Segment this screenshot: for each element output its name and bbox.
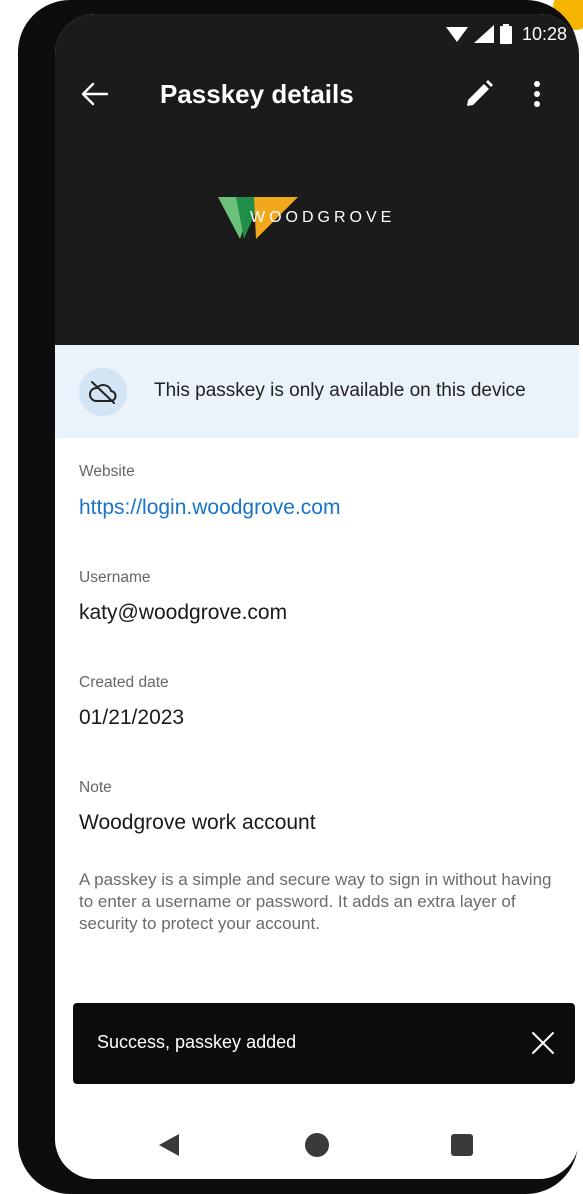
more-vertical-icon <box>534 81 540 107</box>
more-options-button[interactable] <box>523 76 551 112</box>
website-label: Website <box>79 463 135 480</box>
logo-text: WOODGROVE <box>250 209 396 226</box>
app-bar: Passkey details <box>55 74 579 114</box>
cloud-off-icon <box>89 381 117 404</box>
arrow-left-icon <box>81 82 109 106</box>
page-title: Passkey details <box>160 79 354 109</box>
banner-text: This passkey is only available on this d… <box>154 380 526 401</box>
header: 10:28 Passkey details WOODGROVE <box>55 14 579 345</box>
device-only-banner: This passkey is only available on this d… <box>55 345 579 438</box>
status-bar: 10:28 <box>445 22 567 46</box>
wifi-icon <box>445 27 468 42</box>
phone-frame: 10:28 Passkey details WOODGROVE This pas… <box>18 0 579 1194</box>
created-date-value: 01/21/2023 <box>79 706 185 729</box>
signal-icon <box>473 25 494 43</box>
snackbar: Success, passkey added <box>73 1003 575 1084</box>
snackbar-message: Success, passkey added <box>97 1032 297 1052</box>
username-value: katy@woodgrove.com <box>79 601 288 624</box>
created-date-label: Created date <box>79 674 169 691</box>
passkey-info-text: A passkey is a simple and secure way to … <box>79 870 552 933</box>
pencil-icon <box>467 80 493 106</box>
snackbar-close-button[interactable] <box>527 1027 559 1059</box>
nav-back-icon[interactable] <box>159 1134 179 1156</box>
banner-icon-circle <box>79 368 127 416</box>
status-time: 10:28 <box>521 23 567 44</box>
phone-screen: 10:28 Passkey details WOODGROVE This pas… <box>55 14 579 1179</box>
nav-recents-icon[interactable] <box>451 1134 473 1156</box>
battery-icon <box>499 24 512 44</box>
nav-home-icon[interactable] <box>305 1133 329 1157</box>
note-label: Note <box>79 779 112 796</box>
woodgrove-logo: WOODGROVE <box>218 197 418 243</box>
username-label: Username <box>79 569 151 586</box>
system-nav-bar <box>55 1124 579 1164</box>
note-value: Woodgrove work account <box>79 811 316 834</box>
edit-button[interactable] <box>461 76 497 112</box>
close-icon <box>532 1032 554 1054</box>
website-link[interactable]: https://login.woodgrove.com <box>79 496 340 520</box>
back-button[interactable] <box>79 78 111 110</box>
